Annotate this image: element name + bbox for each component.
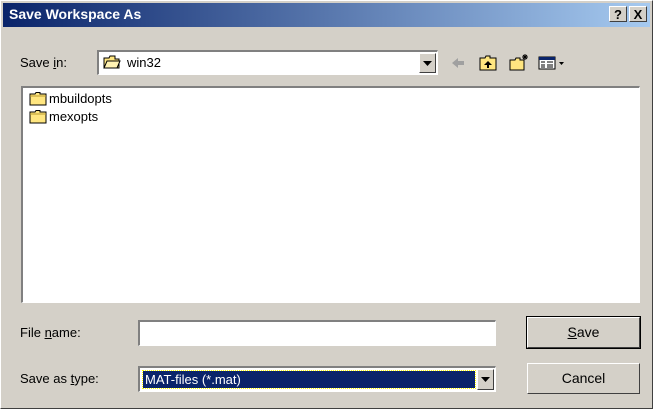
folder-icon bbox=[29, 92, 47, 106]
file-name-input[interactable] bbox=[138, 320, 496, 346]
title-bar[interactable]: Save Workspace As ? X bbox=[3, 3, 650, 27]
save-as-type-value: MAT-files (*.mat) bbox=[145, 372, 241, 387]
save-in-dropdown[interactable]: win32 bbox=[97, 50, 438, 75]
file-name-label-key: n bbox=[44, 325, 52, 340]
list-item[interactable]: mbuildopts bbox=[29, 91, 159, 108]
save-as-type-label-pre: Save as bbox=[20, 371, 71, 386]
window-title: Save Workspace As bbox=[9, 6, 142, 22]
save-as-type-dropdown[interactable]: MAT-files (*.mat) bbox=[138, 366, 496, 392]
file-name-label-post: ame: bbox=[51, 325, 81, 340]
chevron-down-icon bbox=[481, 377, 490, 382]
help-button[interactable]: ? bbox=[609, 6, 627, 22]
list-item[interactable]: mexopts bbox=[29, 109, 159, 126]
save-in-label-pre: Save bbox=[20, 55, 54, 70]
save-as-type-label-post: ype: bbox=[74, 371, 99, 386]
file-name-label: File name: bbox=[20, 325, 81, 340]
view-menu-button[interactable] bbox=[537, 53, 567, 73]
save-in-dropdown-button[interactable] bbox=[419, 53, 436, 73]
save-in-label-post: n: bbox=[56, 55, 67, 70]
save-as-type-label: Save as type: bbox=[20, 371, 99, 386]
folder-icon bbox=[29, 110, 47, 124]
file-list[interactable]: mbuildopts mexopts bbox=[21, 86, 640, 303]
close-button[interactable]: X bbox=[629, 6, 647, 22]
up-one-level-button[interactable] bbox=[477, 53, 499, 73]
file-name-label-pre: File bbox=[20, 325, 45, 340]
save-in-value: win32 bbox=[127, 55, 161, 70]
back-arrow-icon bbox=[452, 58, 464, 68]
chevron-down-icon bbox=[423, 61, 432, 66]
save-workspace-dialog: Save Workspace As ? X Save in: win32 mbu… bbox=[0, 0, 653, 409]
save-button-rest: ave bbox=[576, 324, 600, 340]
view-menu-icon bbox=[538, 56, 564, 70]
file-name-text: mbuildopts bbox=[49, 91, 112, 106]
cancel-button[interactable]: Cancel bbox=[527, 363, 640, 394]
create-new-folder-button[interactable] bbox=[508, 53, 530, 73]
back-button[interactable] bbox=[447, 53, 469, 73]
save-button-key: S bbox=[567, 324, 577, 340]
open-folder-icon bbox=[103, 55, 121, 69]
file-name-text: mexopts bbox=[49, 109, 99, 124]
save-button[interactable]: Save bbox=[526, 316, 641, 349]
new-folder-icon bbox=[509, 54, 528, 71]
selected-type-highlight: MAT-files (*.mat) bbox=[142, 370, 476, 389]
save-as-type-dropdown-button[interactable] bbox=[477, 369, 494, 390]
up-folder-icon bbox=[479, 55, 497, 71]
save-in-label: Save in: bbox=[20, 55, 67, 70]
